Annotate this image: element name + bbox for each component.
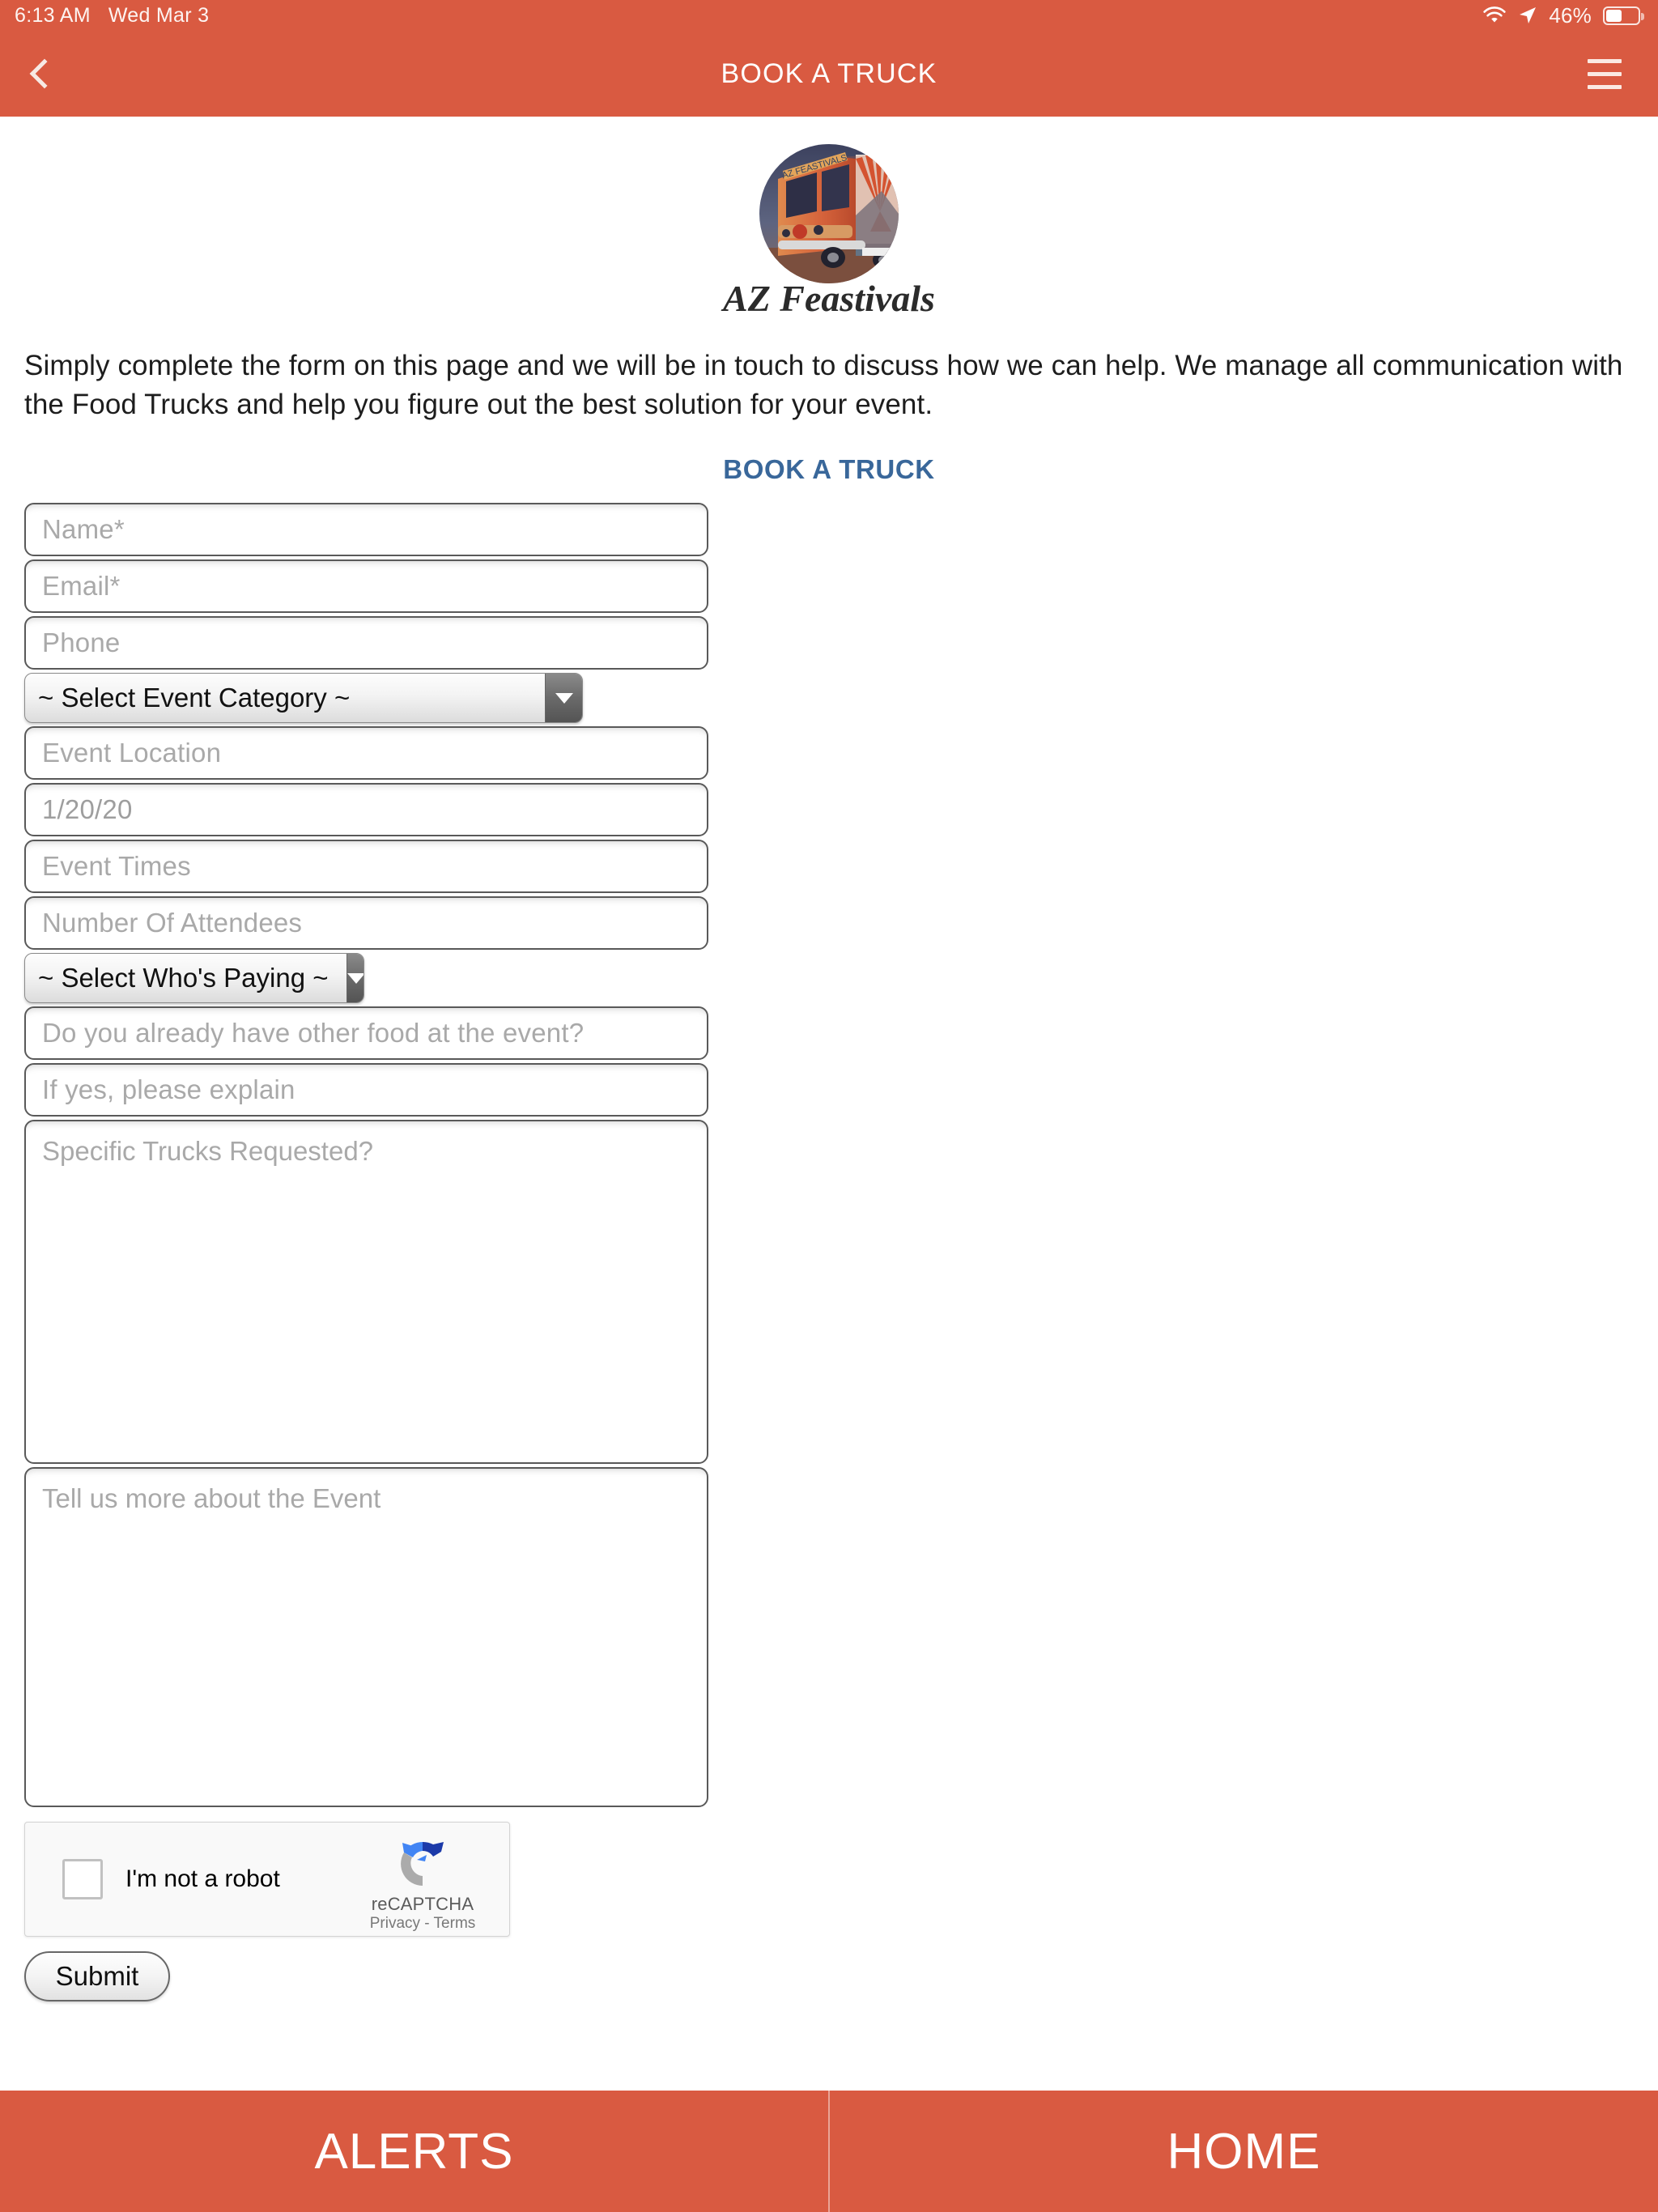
- logo-container: AZ FEASTIVALS AZ Feastivals: [0, 117, 1658, 329]
- battery-icon: [1603, 6, 1644, 25]
- tab-home[interactable]: HOME: [830, 2091, 1658, 2212]
- name-input-placeholder: Name*: [42, 514, 125, 545]
- attendees-input[interactable]: Number Of Attendees: [24, 896, 708, 951]
- explain-input[interactable]: If yes, please explain: [24, 1063, 708, 1117]
- intro-paragraph: Simply complete the form on this page an…: [24, 350, 1623, 420]
- specific-trucks-textarea[interactable]: Specific Trucks Requested?: [24, 1120, 708, 1465]
- event-date-value: 1/20/20: [42, 794, 133, 825]
- status-time: 6:13 AM: [15, 3, 91, 27]
- chevron-down-icon: [545, 674, 582, 723]
- bottom-tab-bar: ALERTS HOME: [0, 2091, 1658, 2212]
- booking-form: Name* Email* Phone ~ Select Event Catego…: [0, 503, 1658, 2002]
- status-bar-left: 6:13 AM Wed Mar 3: [15, 4, 209, 28]
- event-date-input[interactable]: 1/20/20: [24, 783, 708, 837]
- recaptcha-brand: reCAPTCHA Privacy - Terms: [354, 1834, 491, 1933]
- phone-input-placeholder: Phone: [42, 627, 121, 658]
- status-bar-right: 46%: [1482, 2, 1644, 28]
- battery-percent: 46%: [1549, 2, 1592, 28]
- location-arrow-icon: [1518, 6, 1537, 25]
- event-category-select[interactable]: ~ Select Event Category ~: [24, 673, 583, 724]
- submit-button[interactable]: Submit: [24, 1951, 170, 2002]
- chevron-down-icon: [346, 954, 363, 1003]
- recaptcha-logo-icon: [393, 1834, 453, 1894]
- recaptcha-brand-name: reCAPTCHA: [371, 1894, 474, 1915]
- attendees-placeholder: Number Of Attendees: [42, 908, 303, 938]
- nav-bar: BOOK A TRUCK: [0, 31, 1658, 117]
- tab-alerts[interactable]: ALERTS: [0, 2091, 828, 2212]
- email-input[interactable]: Email*: [24, 559, 708, 614]
- recaptcha-label: I'm not a robot: [125, 1865, 280, 1893]
- logo-wordmark: AZ Feastivals: [721, 278, 935, 319]
- status-bar: 6:13 AM Wed Mar 3 46%: [0, 0, 1658, 31]
- checkbox-icon[interactable]: [62, 1859, 103, 1900]
- other-food-input[interactable]: Do you already have other food at the ev…: [24, 1006, 708, 1061]
- event-times-placeholder: Event Times: [42, 851, 191, 882]
- about-event-placeholder: Tell us more about the Event: [42, 1483, 381, 1514]
- email-input-placeholder: Email*: [42, 571, 121, 602]
- hamburger-menu-icon[interactable]: [1575, 45, 1634, 103]
- page-title: BOOK A TRUCK: [721, 57, 937, 89]
- status-date: Wed Mar 3: [108, 3, 210, 27]
- event-location-placeholder: Event Location: [42, 738, 222, 768]
- recaptcha-legal-links[interactable]: Privacy - Terms: [370, 1915, 476, 1932]
- phone-input[interactable]: Phone: [24, 616, 708, 670]
- who-paying-select-label: ~ Select Who's Paying ~: [38, 963, 329, 993]
- specific-trucks-placeholder: Specific Trucks Requested?: [42, 1136, 374, 1167]
- explain-placeholder: If yes, please explain: [42, 1074, 295, 1105]
- wifi-icon: [1482, 6, 1507, 24]
- event-category-select-label: ~ Select Event Category ~: [38, 683, 351, 713]
- section-heading: BOOK A TRUCK: [723, 454, 935, 485]
- app-root: 6:13 AM Wed Mar 3 46% BOOK A TRUCK AZ FE…: [0, 0, 1658, 2212]
- az-feastivals-logo: AZ FEASTIVALS AZ Feastivals: [720, 134, 938, 329]
- recaptcha-widget[interactable]: I'm not a robot reCAPTCHA Privacy - Term…: [24, 1822, 510, 1938]
- who-paying-select[interactable]: ~ Select Who's Paying ~: [24, 953, 364, 1004]
- event-location-input[interactable]: Event Location: [24, 726, 708, 781]
- page-content: AZ FEASTIVALS AZ Feastivals Simply compl…: [0, 117, 1658, 2002]
- about-event-textarea[interactable]: Tell us more about the Event: [24, 1467, 708, 1808]
- name-input[interactable]: Name*: [24, 503, 708, 557]
- other-food-placeholder: Do you already have other food at the ev…: [42, 1018, 585, 1049]
- event-times-input[interactable]: Event Times: [24, 840, 708, 894]
